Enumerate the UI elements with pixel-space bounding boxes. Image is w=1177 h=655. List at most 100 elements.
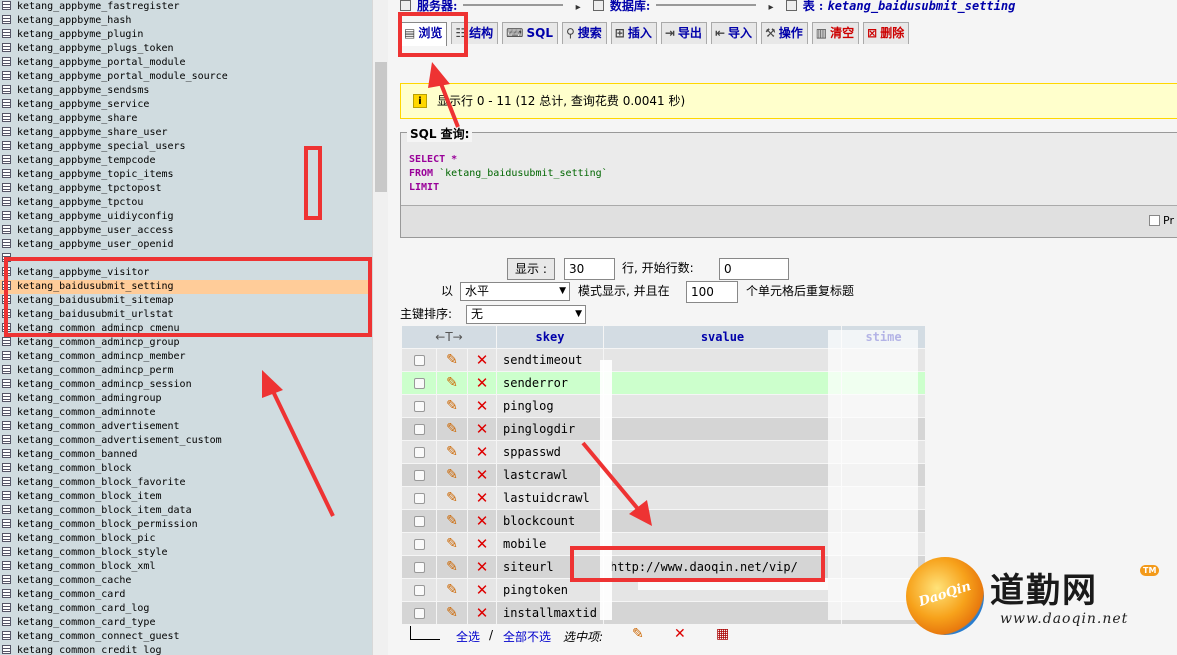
table-list-item-label[interactable]: ketang_appbyme_plugs_token (17, 43, 174, 54)
edit-pencil-icon[interactable]: ✎ (446, 537, 458, 551)
table-list-item[interactable]: ketang_common_credit_log (0, 644, 372, 655)
delete-x-icon[interactable]: ✕ (476, 421, 489, 436)
table-icon[interactable] (2, 309, 11, 318)
table-icon[interactable] (2, 519, 11, 528)
delete-x-icon[interactable]: ✕ (476, 559, 489, 574)
row-checkbox[interactable] (413, 355, 425, 366)
uncheck-all-link[interactable]: 全部不选 (503, 628, 551, 645)
table-list-item-label[interactable]: ketang_common_block_permission (17, 519, 198, 530)
table-icon[interactable] (2, 57, 11, 66)
row-edit-cell[interactable]: ✎ (437, 487, 467, 509)
table-icon[interactable] (2, 323, 11, 332)
table-list-item-label[interactable]: ketang_appbyme_sendsms (17, 85, 149, 96)
table-icon[interactable] (2, 603, 11, 612)
table-icon[interactable] (2, 477, 11, 486)
table-list-item[interactable]: ketang_common_block_xml (0, 560, 372, 574)
table-icon[interactable] (2, 169, 11, 178)
table-icon[interactable] (2, 575, 11, 584)
bulk-edit-icon[interactable]: ✎ (632, 626, 644, 642)
table-icon[interactable] (2, 253, 11, 262)
table-list-item[interactable]: ketang_common_cache (0, 574, 372, 588)
table-list-item-label[interactable]: ketang_common_block_pic (17, 533, 155, 544)
row-delete-cell[interactable]: ✕ (468, 579, 496, 601)
row-checkbox[interactable] (413, 424, 425, 435)
row-delete-cell[interactable]: ✕ (468, 395, 496, 417)
delete-x-icon[interactable]: ✕ (476, 536, 489, 551)
edit-pencil-icon[interactable]: ✎ (446, 468, 458, 482)
table-icon[interactable] (2, 99, 11, 108)
row-checkbox[interactable] (413, 539, 425, 550)
table-list-item-label[interactable]: ketang_appbyme_portal_module (17, 57, 186, 68)
rows-count-input[interactable]: 30 (564, 258, 615, 280)
edit-pencil-icon[interactable]: ✎ (446, 422, 458, 436)
row-select-cell[interactable] (402, 349, 436, 371)
table-list-item-label[interactable]: ketang_appbyme_plugin (17, 29, 143, 40)
table-list-item[interactable]: ketang_appbyme_tempcode (0, 154, 372, 168)
table-icon[interactable] (2, 393, 11, 402)
table-icon[interactable] (2, 141, 11, 150)
row-edit-cell[interactable]: ✎ (437, 579, 467, 601)
table-list-item-label[interactable]: ketang_appbyme_user_access (17, 225, 174, 236)
table-list-item-label[interactable]: ketang_appbyme_topic_items (17, 169, 174, 180)
delete-x-icon[interactable]: ✕ (476, 444, 489, 459)
table-list-item-label[interactable]: ketang_common_block_item (17, 491, 162, 502)
table-list-item-label[interactable]: ketang_common_cache (17, 575, 131, 586)
edit-pencil-icon[interactable]: ✎ (446, 583, 458, 597)
table-list-item-label[interactable]: ketang_common_adminnote (17, 407, 155, 418)
table-icon[interactable] (2, 1, 11, 10)
tab-structure[interactable]: ☷ 结构 (451, 22, 499, 44)
table-list-item-label[interactable]: ketang_appbyme_user_openid (17, 239, 174, 250)
table-name[interactable]: ketang_baidusubmit_setting (827, 0, 1015, 13)
table-icon[interactable] (2, 225, 11, 234)
row-edit-cell[interactable]: ✎ (437, 602, 467, 624)
table-icon[interactable] (2, 43, 11, 52)
table-icon[interactable] (2, 435, 11, 444)
row-edit-cell[interactable]: ✎ (437, 556, 467, 578)
table-list-item[interactable]: ketang_appbyme_special_users (0, 140, 372, 154)
tab-sql[interactable]: ⌨ SQL (502, 22, 558, 44)
table-icon[interactable] (2, 29, 11, 38)
table-list-item[interactable]: ketang_common_banned (0, 448, 372, 462)
delete-x-icon[interactable]: ✕ (476, 605, 489, 620)
table-list-item-label[interactable]: ketang_common_advertisement_custom (17, 435, 222, 446)
table-list-item[interactable]: ketang_baidusubmit_urlstat (0, 308, 372, 322)
table-list-item-label[interactable]: ketang_common_block (17, 463, 131, 474)
table-list-item[interactable]: ketang_appbyme_share (0, 112, 372, 126)
table-icon[interactable] (2, 407, 11, 416)
row-select-cell[interactable] (402, 533, 436, 555)
table-icon[interactable] (2, 85, 11, 94)
show-button[interactable]: 显示 : (507, 258, 555, 280)
row-select-cell[interactable] (402, 602, 436, 624)
table-list-item[interactable]: ketang_appbyme_portal_module (0, 56, 372, 70)
table-icon[interactable] (2, 645, 11, 654)
display-mode-select[interactable]: 水平 ▼ (460, 282, 570, 301)
row-delete-cell[interactable]: ✕ (468, 372, 496, 394)
table-list-item-label[interactable]: ketang_common_block_style (17, 547, 168, 558)
table-icon[interactable] (2, 337, 11, 346)
row-select-cell[interactable] (402, 395, 436, 417)
table-list-item[interactable]: ketang_appbyme_hash (0, 14, 372, 28)
repeat-headers-input[interactable]: 100 (686, 281, 738, 303)
table-icon[interactable] (2, 239, 11, 248)
sort-by-key-select[interactable]: 无 ▼ (466, 305, 586, 324)
row-edit-cell[interactable]: ✎ (437, 464, 467, 486)
bulk-export-icon[interactable]: ▦ (716, 626, 729, 642)
table-list-item-label[interactable]: ketang_common_admincp_session (17, 379, 192, 390)
table-list-item-label[interactable]: ketang_appbyme_fastregister (17, 1, 180, 12)
table-icon[interactable] (2, 113, 11, 122)
row-select-cell[interactable] (402, 510, 436, 532)
delete-x-icon[interactable]: ✕ (476, 375, 489, 390)
row-delete-cell[interactable]: ✕ (468, 602, 496, 624)
table-list-item-label[interactable]: ketang_common_block_xml (17, 561, 155, 572)
table-icon[interactable] (2, 281, 11, 290)
table-list-item[interactable]: ketang_common_admincp_perm (0, 364, 372, 378)
table-list-item-label[interactable]: ketang_common_connect_guest (17, 631, 180, 642)
column-header-skey[interactable]: skey (497, 326, 603, 348)
table-list-item-label[interactable]: ketang_baidusubmit_sitemap (17, 295, 174, 306)
table-list-item[interactable] (0, 252, 372, 266)
edit-pencil-icon[interactable]: ✎ (446, 399, 458, 413)
row-delete-cell[interactable]: ✕ (468, 487, 496, 509)
edit-pencil-icon[interactable]: ✎ (446, 514, 458, 528)
table-list-item[interactable]: ketang_appbyme_uidiyconfig (0, 210, 372, 224)
row-checkbox[interactable] (413, 470, 425, 481)
